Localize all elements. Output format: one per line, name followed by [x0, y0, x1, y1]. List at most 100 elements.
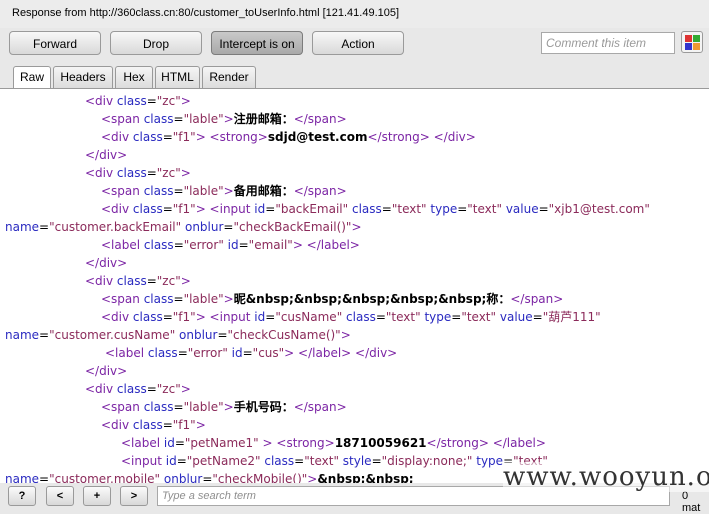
code-token: name — [5, 220, 40, 234]
code-token: id — [254, 310, 266, 324]
code-token: </div> — [85, 256, 128, 270]
highlight-color-icon[interactable] — [681, 31, 703, 53]
code-token: = — [538, 202, 549, 216]
code-token: = — [375, 310, 386, 324]
code-token: </span> — [510, 292, 564, 306]
message-view-tabs: Raw Headers Hex HTML Render — [0, 66, 709, 89]
code-token: = — [294, 454, 305, 468]
code-token: = — [39, 220, 50, 234]
code-token: "error" — [187, 346, 232, 360]
code-token: name — [5, 328, 40, 342]
code-token: </div> — [85, 148, 128, 162]
action-button[interactable]: Action — [312, 31, 404, 55]
code-token: = — [173, 238, 184, 252]
code-token: class — [132, 202, 163, 216]
code-token: class — [143, 184, 174, 198]
code-line: <input id="petName2" class="text" style=… — [121, 452, 548, 470]
code-line: <span class="lable">手机号码：</span> — [101, 398, 347, 416]
code-token: > — [223, 400, 234, 414]
code-token: > <input — [195, 310, 255, 324]
code-token: id — [254, 202, 266, 216]
code-token: = — [173, 184, 184, 198]
code-line: </div> — [85, 254, 127, 272]
code-token: "xjb1@test.com" — [548, 202, 650, 216]
code-token: "checkBackEmail()" — [233, 220, 352, 234]
code-token: style — [342, 454, 372, 468]
code-token: > — [180, 94, 191, 108]
code-token: > <strong> — [262, 436, 335, 450]
code-token: "lable" — [183, 184, 224, 198]
tab-headers[interactable]: Headers — [53, 66, 113, 88]
add-match-button[interactable]: + — [83, 486, 111, 506]
response-title: Response from http://360class.cn:80/cust… — [12, 7, 400, 19]
code-token: = — [162, 202, 173, 216]
code-token: </strong> </label> — [426, 436, 546, 450]
comment-input[interactable]: Comment this item — [541, 32, 675, 54]
previous-match-button[interactable]: < — [46, 486, 74, 506]
code-token: = — [39, 328, 50, 342]
code-token: type — [476, 454, 504, 468]
intercept-toggle-button[interactable]: Intercept is on — [211, 31, 303, 55]
code-token: class — [132, 418, 163, 432]
code-token: "text" — [385, 310, 425, 324]
code-token: <span — [101, 400, 144, 414]
code-token: class — [346, 310, 376, 324]
raw-response-editor[interactable]: <div class="zc"> <span class="lable">注册邮箱… — [0, 88, 709, 484]
code-token: sdjd@test.com — [267, 130, 368, 144]
code-token: > — [223, 112, 234, 126]
code-line: <div class="f1"> — [101, 416, 206, 434]
forward-button[interactable]: Forward — [9, 31, 101, 55]
code-token: = — [162, 130, 173, 144]
tab-raw[interactable]: Raw — [13, 66, 51, 89]
code-token: onblur — [184, 220, 224, 234]
next-match-button[interactable]: > — [120, 486, 148, 506]
code-line: name="customer.cusName" onblur="checkCus… — [5, 326, 351, 344]
code-line: <div class="f1"> <input id="cusName" cla… — [101, 308, 601, 326]
code-token: class — [143, 292, 174, 306]
code-token: > — [195, 418, 206, 432]
code-token: > — [223, 184, 234, 198]
help-button[interactable]: ? — [8, 486, 36, 506]
code-token: > — [340, 328, 351, 342]
code-token: </span> — [293, 112, 347, 126]
code-token: = — [451, 310, 462, 324]
code-token: class — [147, 346, 178, 360]
code-line: name="customer.mobile" onblur="checkMobi… — [5, 470, 414, 484]
code-token: <div — [101, 202, 133, 216]
code-token: = — [146, 166, 157, 180]
code-token: id — [227, 238, 239, 252]
drop-button[interactable]: Drop — [110, 31, 202, 55]
code-line: <div class="zc"> — [85, 380, 191, 398]
code-token: = — [162, 310, 173, 324]
code-token: <span — [101, 184, 144, 198]
code-token: class — [116, 94, 147, 108]
code-token: 备用邮箱： — [233, 184, 294, 198]
code-token: > — [351, 220, 362, 234]
code-line: <label id="petName1" > <strong>187100596… — [121, 434, 546, 452]
code-token: value — [505, 202, 539, 216]
code-token: = — [162, 418, 173, 432]
code-token: type — [424, 310, 452, 324]
code-line: name="customer.backEmail" onblur="checkB… — [5, 218, 362, 236]
code-token: class — [116, 274, 147, 288]
code-token: class — [351, 202, 382, 216]
code-token: = — [223, 220, 234, 234]
code-token: 手机号码： — [233, 400, 294, 414]
code-line: <div class="f1"> <strong>sdjd@test.com</… — [101, 128, 476, 146]
code-token: </span> — [293, 184, 347, 198]
code-token: class — [132, 130, 163, 144]
tab-render[interactable]: Render — [202, 66, 256, 88]
code-token: "zc" — [156, 94, 181, 108]
code-token: = — [174, 436, 185, 450]
code-token: "f1" — [172, 202, 196, 216]
code-token: </span> — [293, 400, 347, 414]
tab-html[interactable]: HTML — [155, 66, 200, 88]
code-token: "text" — [467, 202, 506, 216]
code-token: = — [146, 94, 157, 108]
tab-hex[interactable]: Hex — [115, 66, 153, 88]
code-token: onblur — [179, 328, 218, 342]
code-token: > </label> — [292, 238, 360, 252]
code-line: <label class="error" id="email"> </label… — [101, 236, 360, 254]
code-token: <div — [85, 382, 117, 396]
code-token: 昵&nbsp;&nbsp;&nbsp;&nbsp;&nbsp;称： — [233, 292, 511, 306]
